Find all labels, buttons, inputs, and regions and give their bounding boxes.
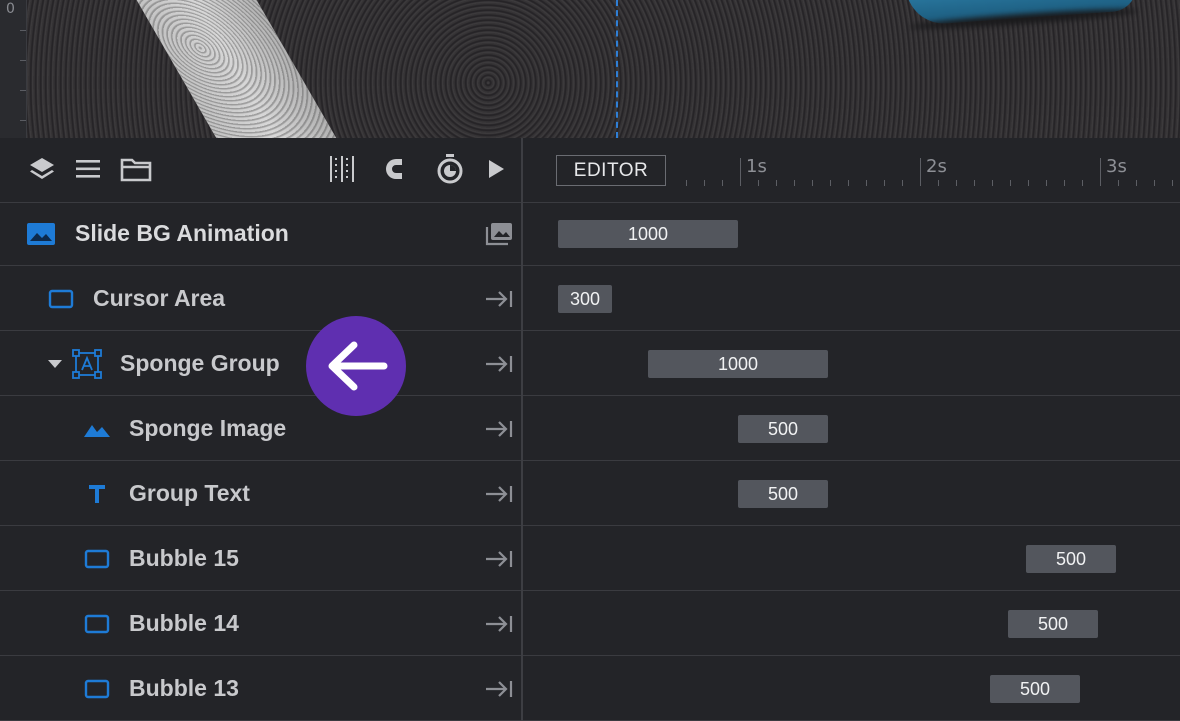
timeline-bar[interactable]: 500 <box>990 675 1080 703</box>
mountain-image-icon <box>82 415 112 443</box>
play-icon[interactable] <box>480 152 512 186</box>
layer-row-group-text[interactable]: Group Text 500 <box>0 462 1180 526</box>
layer-name[interactable]: Sponge Image <box>129 415 286 442</box>
layer-row-cursor-area[interactable]: Cursor Area 300 <box>0 267 1180 331</box>
time-label-2s: 2s <box>926 156 947 177</box>
expand-caret-icon[interactable] <box>42 350 68 378</box>
layer-row-bubble-15[interactable]: Bubble 15 500 <box>0 527 1180 591</box>
text-icon <box>82 480 112 508</box>
time-label-1s: 1s <box>746 156 767 177</box>
timeline-bar[interactable]: 500 <box>738 480 828 508</box>
editor-button[interactable]: EDITOR <box>556 155 666 186</box>
vertical-ruler: 0 <box>0 0 27 138</box>
rectangle-icon <box>82 545 112 573</box>
time-label-3s: 3s <box>1106 156 1127 177</box>
timeline-bar[interactable]: 500 <box>738 415 828 443</box>
layer-row-sponge-image[interactable]: Sponge Image 500 <box>0 397 1180 461</box>
layer-row-bubble-14[interactable]: Bubble 14 500 <box>0 592 1180 656</box>
canvas-preview: 0 <box>0 0 1180 138</box>
layer-row-bubble-13[interactable]: Bubble 13 500 <box>0 657 1180 721</box>
layer-name[interactable]: Slide BG Animation <box>75 220 289 247</box>
timeline-bar[interactable]: 500 <box>1008 610 1098 638</box>
layer-name[interactable]: Bubble 13 <box>129 675 239 702</box>
arrow-left-icon <box>328 341 388 391</box>
layer-name[interactable]: Cursor Area <box>93 285 225 312</box>
back-arrow-button[interactable] <box>306 316 406 416</box>
layer-name[interactable]: Group Text <box>129 480 250 507</box>
time-ruler[interactable]: 1s 2s 3s <box>684 150 1180 190</box>
image-icon <box>26 220 56 248</box>
rectangle-icon <box>82 675 112 703</box>
arrow-to-end-icon[interactable] <box>484 352 514 376</box>
timeline-bar[interactable]: 500 <box>1026 545 1116 573</box>
list-icon[interactable] <box>72 152 104 186</box>
arrow-to-end-icon[interactable] <box>484 677 514 701</box>
timeline-bar[interactable]: 1000 <box>648 350 828 378</box>
arrow-to-end-icon[interactable] <box>484 417 514 441</box>
arrow-to-end-icon[interactable] <box>484 547 514 571</box>
folder-icon[interactable] <box>120 152 152 186</box>
layer-name[interactable]: Sponge Group <box>120 350 280 377</box>
guide-line[interactable] <box>616 0 618 138</box>
stopwatch-icon[interactable] <box>434 152 466 186</box>
timeline-bar[interactable]: 300 <box>558 285 612 313</box>
arrow-to-end-icon[interactable] <box>484 612 514 636</box>
arrow-to-end-icon[interactable] <box>484 482 514 506</box>
rectangle-icon <box>46 285 76 313</box>
road-marking <box>113 0 361 138</box>
slide-background-image <box>27 0 1180 138</box>
images-icon[interactable] <box>484 222 514 246</box>
ruler-zero-label: 0 <box>6 1 15 17</box>
layers-icon[interactable] <box>26 152 58 186</box>
grid-snap-icon[interactable] <box>326 152 358 186</box>
magnet-icon[interactable] <box>380 152 412 186</box>
layer-name[interactable]: Bubble 15 <box>129 545 239 572</box>
panel-divider[interactable] <box>521 138 523 721</box>
layer-name[interactable]: Bubble 14 <box>129 610 239 637</box>
rectangle-icon <box>82 610 112 638</box>
layer-row-slide-bg-animation[interactable]: Slide BG Animation 1000 <box>0 202 1180 266</box>
timeline-bar[interactable]: 1000 <box>558 220 738 248</box>
arrow-to-end-icon[interactable] <box>484 287 514 311</box>
group-icon <box>72 349 102 379</box>
layer-row-sponge-group[interactable]: Sponge Group 1000 <box>0 332 1180 396</box>
blue-object <box>905 0 1139 26</box>
